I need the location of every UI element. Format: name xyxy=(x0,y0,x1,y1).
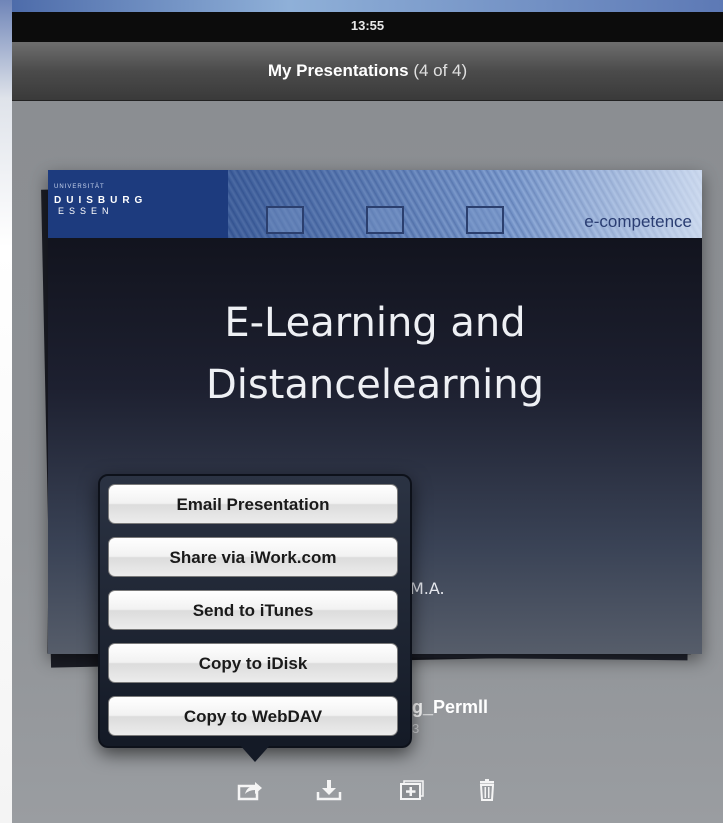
add-icon[interactable] xyxy=(399,778,425,802)
background-edge xyxy=(0,0,12,823)
download-icon[interactable] xyxy=(316,778,342,802)
presentation-date: 3 xyxy=(412,721,420,736)
navigation-bar: My Presentations (4 of 4) xyxy=(12,42,723,101)
slide-title-line-1: E-Learning and xyxy=(224,300,526,346)
university-logo-main: DUISBURG xyxy=(54,195,148,206)
monitor-icon xyxy=(366,206,404,234)
popover-arrow xyxy=(239,744,271,762)
page-title: My Presentations (4 of 4) xyxy=(12,61,723,81)
email-presentation-button[interactable]: Email Presentation xyxy=(108,484,398,524)
status-time: 13:55 xyxy=(350,18,385,33)
university-logo-top: UNIVERSITÄT xyxy=(54,184,105,190)
monitor-icon xyxy=(466,206,504,234)
trash-icon[interactable] xyxy=(474,778,500,802)
page-title-count: (4 of 4) xyxy=(413,61,468,80)
share-popover: Email Presentation Share via iWork.com S… xyxy=(98,474,412,748)
send-itunes-button[interactable]: Send to iTunes xyxy=(108,590,398,630)
share-iwork-button[interactable]: Share via iWork.com xyxy=(108,537,398,577)
monitor-icon xyxy=(266,206,304,234)
university-logo: UNIVERSITÄT DUISBURG ESSEN xyxy=(48,170,228,238)
brand-label: e-competence xyxy=(584,212,692,231)
status-bar: 13:55 xyxy=(12,12,723,42)
copy-idisk-button[interactable]: Copy to iDisk xyxy=(108,643,398,683)
page-title-text: My Presentations xyxy=(267,61,409,80)
slide-title-line-2: Distancelearning xyxy=(205,362,545,408)
share-icon[interactable] xyxy=(237,778,263,802)
copy-webdav-button[interactable]: Copy to WebDAV xyxy=(108,696,398,736)
university-logo-sub: ESSEN xyxy=(58,206,114,216)
presentation-filename[interactable]: g_Permll xyxy=(412,697,488,718)
slide-author: M.A. xyxy=(410,579,445,598)
